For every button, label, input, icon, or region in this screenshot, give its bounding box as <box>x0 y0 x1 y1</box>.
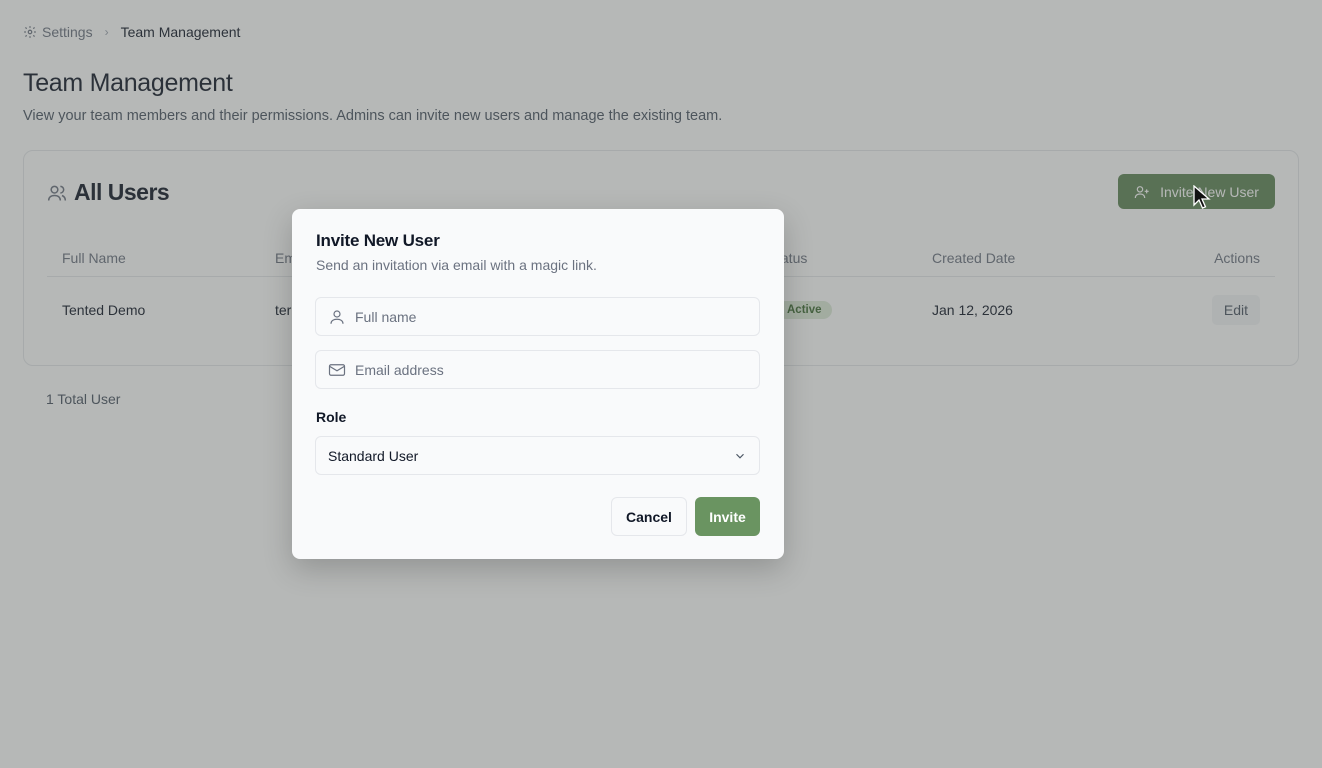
modal-subtitle: Send an invitation via email with a magi… <box>316 257 597 273</box>
email-field[interactable] <box>315 350 760 389</box>
full-name-input[interactable] <box>355 308 735 325</box>
modal-title: Invite New User <box>316 231 440 250</box>
role-select-value: Standard User <box>328 447 419 464</box>
chevron-down-icon <box>733 449 747 463</box>
role-select[interactable]: Standard User <box>315 436 760 475</box>
full-name-field[interactable] <box>315 297 760 336</box>
invite-submit-button[interactable]: Invite <box>695 497 760 536</box>
mouse-pointer-icon <box>1193 185 1211 209</box>
mail-icon <box>328 361 346 379</box>
user-icon <box>328 308 346 326</box>
invite-user-modal: Invite New User Send an invitation via e… <box>292 209 784 559</box>
cancel-button[interactable]: Cancel <box>611 497 687 536</box>
role-label: Role <box>316 409 347 425</box>
email-input[interactable] <box>355 361 735 378</box>
